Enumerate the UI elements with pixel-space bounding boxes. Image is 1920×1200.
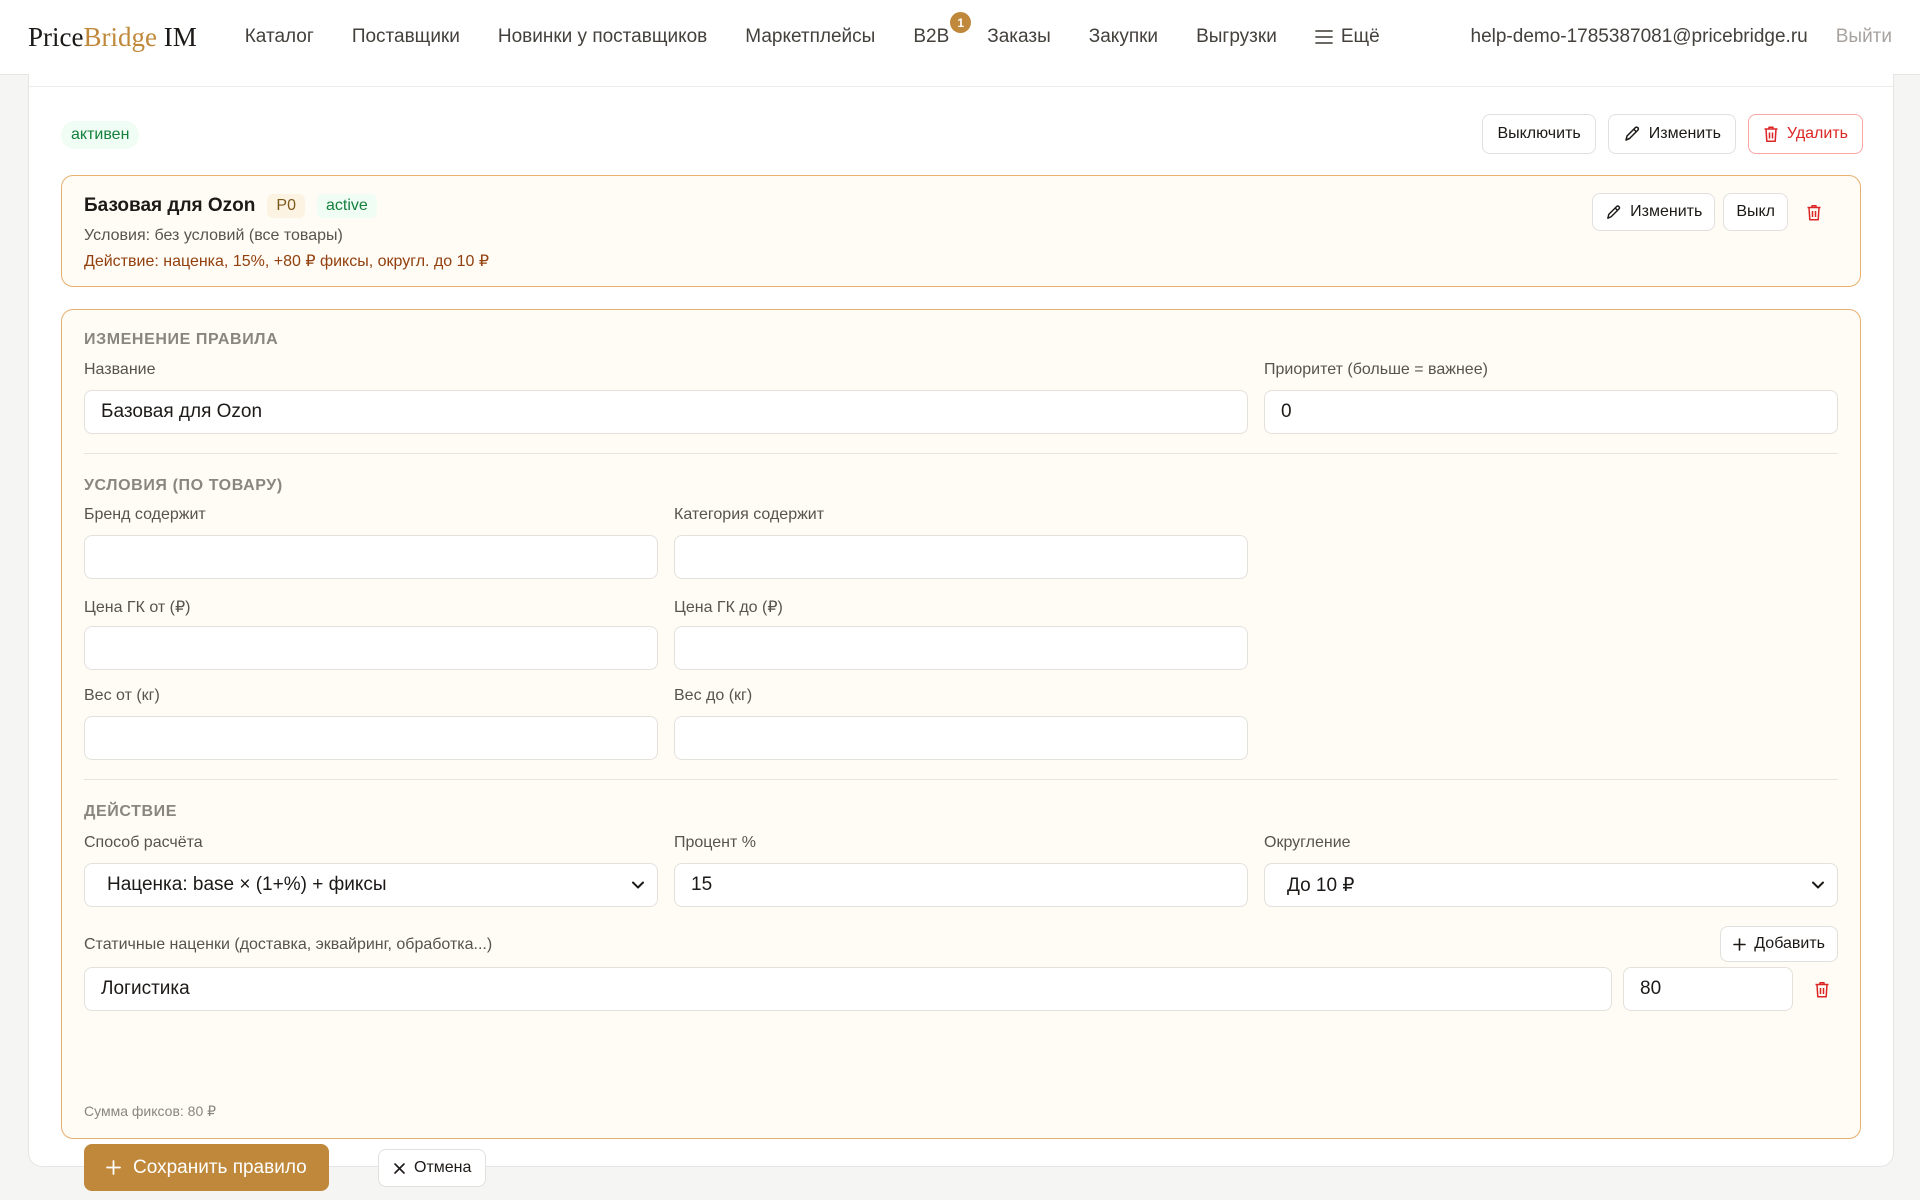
price-from-input[interactable] xyxy=(84,626,658,670)
nav-item-purchases[interactable]: Закупки xyxy=(1089,26,1158,48)
cancel-button[interactable]: Отмена xyxy=(378,1149,487,1187)
rule-actions: Изменить Выкл xyxy=(1592,193,1832,231)
close-icon xyxy=(393,1162,406,1175)
rule-conditions: Условия: без условий (все товары) xyxy=(84,227,343,244)
price-to-input[interactable] xyxy=(674,626,1248,670)
add-fee-button[interactable]: Добавить xyxy=(1720,926,1838,962)
user-email[interactable]: help-demo-1785387081@pricebridge.ru xyxy=(1471,26,1808,48)
divider xyxy=(84,779,1838,780)
status-badge: активен xyxy=(61,121,140,149)
brand-input[interactable] xyxy=(84,535,658,579)
nav-user-area: help-demo-1785387081@pricebridge.ru Выйт… xyxy=(1471,26,1893,48)
disable-button[interactable]: Выключить xyxy=(1482,114,1596,154)
weight-to-input[interactable] xyxy=(674,716,1248,760)
rounding-select[interactable]: До 10 ₽ xyxy=(1264,863,1838,907)
disable-rule-button-label: Выкл xyxy=(1736,203,1775,220)
priority-label: Приоритет (больше = важнее) xyxy=(1264,361,1488,378)
nav-item-orders[interactable]: Заказы xyxy=(987,26,1051,48)
nav-item-suppliers[interactable]: Поставщики xyxy=(352,26,460,48)
conditions-section-title: Условия (по товару) xyxy=(84,477,283,494)
rule-status-tag: active xyxy=(316,194,377,218)
disable-button-label: Выключить xyxy=(1497,125,1581,142)
percent-label: Процент % xyxy=(674,834,757,851)
edit-profile-button-label: Изменить xyxy=(1648,125,1721,142)
trash-icon xyxy=(1814,980,1830,999)
plus-icon xyxy=(1733,937,1747,951)
rule-action: Действие: наценка, 15%, +80 ₽ фиксы, окр… xyxy=(84,253,490,270)
method-select[interactable]: Наценка: base × (1+%) + фиксы xyxy=(84,863,658,907)
nav-item-more[interactable]: Ещё xyxy=(1314,26,1380,48)
chevron-down-icon xyxy=(1811,880,1825,890)
delete-profile-button-label: Удалить xyxy=(1786,125,1848,142)
profile-actions: Выключить Изменить Удалить xyxy=(1482,114,1863,154)
weight-from-input[interactable] xyxy=(84,716,658,760)
edit-profile-button[interactable]: Изменить xyxy=(1607,114,1736,154)
nav-item-marketplaces[interactable]: Маркетплейсы xyxy=(745,26,875,48)
nav-item-b2b-label: B2B xyxy=(913,26,950,47)
fee-sum: Сумма фиксов: 80 ₽ xyxy=(84,1103,217,1119)
rule-edit-form: Изменение правила Название Базовая для O… xyxy=(61,309,1861,1191)
static-fees-label: Статичные наценки (доставка, эквайринг, … xyxy=(84,936,493,953)
disable-rule-button[interactable]: Выкл xyxy=(1723,193,1788,231)
category-label: Категория содержит xyxy=(674,506,825,523)
rule-summary: Базовая для Ozon P0 active Условия: без … xyxy=(61,175,1861,287)
delete-rule-button[interactable] xyxy=(1796,193,1832,231)
logo[interactable]: PriceBridge IM xyxy=(28,22,197,53)
form-section-title: Изменение правила xyxy=(84,331,279,348)
edit-rule-button-label: Изменить xyxy=(1630,203,1703,220)
percent-input[interactable]: 15 xyxy=(674,863,1248,907)
chevron-down-icon xyxy=(631,880,645,890)
rounding-label: Округление xyxy=(1264,834,1351,851)
name-input[interactable]: Базовая для Ozon xyxy=(84,390,1248,434)
trash-icon xyxy=(1806,203,1822,222)
rule-title-row: Базовая для Ozon P0 active xyxy=(84,194,377,218)
logout-link[interactable]: Выйти xyxy=(1836,26,1892,48)
priority-input[interactable]: 0 xyxy=(1264,390,1838,434)
price-to-label: Цена ГК до (₽) xyxy=(674,599,783,616)
pencil-icon xyxy=(1623,125,1641,143)
divider xyxy=(29,86,1893,87)
weight-to-label: Вес до (кг) xyxy=(674,687,753,704)
delete-fee-button[interactable] xyxy=(1804,970,1840,1008)
nav-menu: Каталог Поставщики Новинки у поставщиков… xyxy=(245,12,1471,48)
logo-text-price: Price xyxy=(28,21,84,52)
notification-badge: 1 xyxy=(950,12,972,33)
cancel-button-label: Отмена xyxy=(414,1159,472,1176)
edit-rule-button[interactable]: Изменить xyxy=(1592,193,1716,231)
rule-title: Базовая для Ozon xyxy=(84,195,256,216)
plus-icon xyxy=(106,1160,121,1175)
add-fee-button-label: Добавить xyxy=(1754,935,1825,952)
nav-item-supplier-news[interactable]: Новинки у поставщиков xyxy=(498,26,707,48)
method-select-value: Наценка: base × (1+%) + фиксы xyxy=(107,874,387,895)
save-rule-button-label: Сохранить правило xyxy=(133,1156,307,1178)
price-from-label: Цена ГК от (₽) xyxy=(84,599,191,616)
action-section-title: Действие xyxy=(84,803,178,820)
logo-text-im: IM xyxy=(156,21,197,52)
logo-text-bridge: Bridge xyxy=(83,21,157,52)
pencil-icon xyxy=(1605,204,1622,221)
fee-name-input[interactable]: Логистика xyxy=(84,967,1612,1011)
method-label: Способ расчёта xyxy=(84,834,203,851)
delete-profile-button[interactable]: Удалить xyxy=(1747,114,1863,154)
nav-more-label: Ещё xyxy=(1340,26,1380,47)
nav-item-b2b[interactable]: B2B 1 xyxy=(913,12,972,48)
name-label: Название xyxy=(84,361,156,378)
rounding-select-value: До 10 ₽ xyxy=(1287,874,1355,896)
top-nav: PriceBridge IM Каталог Поставщики Новинк… xyxy=(0,0,1920,75)
divider xyxy=(84,453,1838,454)
weight-from-label: Вес от (кг) xyxy=(84,687,160,704)
category-input[interactable] xyxy=(674,535,1248,579)
trash-icon xyxy=(1763,125,1779,143)
nav-item-exports[interactable]: Выгрузки xyxy=(1196,26,1277,48)
brand-label: Бренд содержит xyxy=(84,506,206,523)
save-rule-button[interactable]: Сохранить правило xyxy=(84,1144,329,1191)
fee-value-input[interactable]: 80 xyxy=(1623,967,1793,1011)
priority-tag: P0 xyxy=(267,194,305,218)
nav-item-catalog[interactable]: Каталог xyxy=(245,26,314,48)
hamburger-icon xyxy=(1314,30,1333,44)
pricing-profile-card: активен Выключить Изменить Удалить Базов… xyxy=(28,74,1894,1191)
